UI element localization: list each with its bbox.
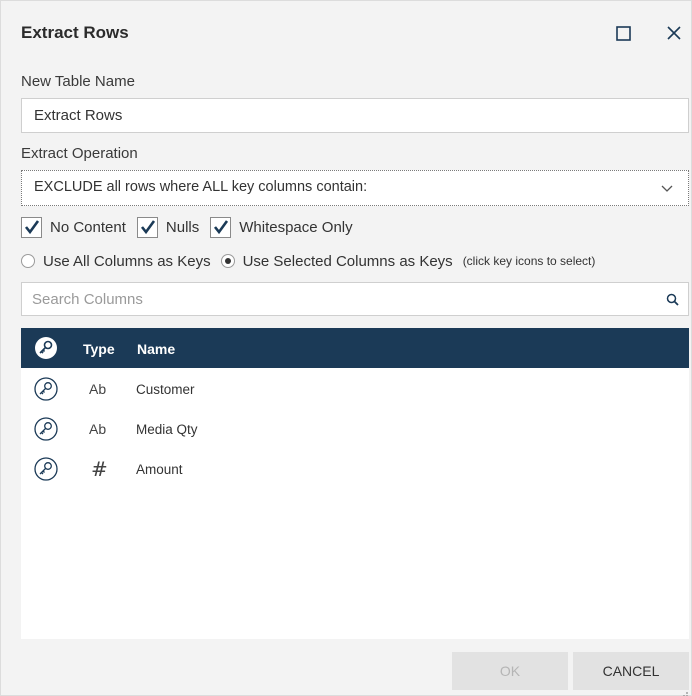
columns-table: Type Name Ab Customer Ab Media Qty # Amo…: [21, 328, 689, 639]
dialog-title: Extract Rows: [21, 23, 129, 42]
nulls-checkbox[interactable]: Nulls: [136, 216, 200, 238]
table-name-label: New Table Name: [21, 73, 135, 90]
key-icon[interactable]: [34, 417, 58, 446]
search-columns-input[interactable]: Search Columns: [21, 282, 689, 316]
checkmark-icon: [24, 219, 40, 234]
title-bar[interactable]: Extract Rows: [1, 1, 691, 65]
number-type-icon: #: [91, 457, 108, 481]
key-icon[interactable]: [34, 377, 58, 406]
use-selected-columns-label: Use Selected Columns as Keys: [242, 252, 453, 270]
key-select-hint: (click key icons to select): [462, 254, 596, 268]
checkbox-box[interactable]: [210, 216, 232, 238]
column-name: Amount: [136, 462, 183, 477]
extract-rows-dialog: Extract Rows New Table Name Extract Rows…: [0, 0, 692, 696]
column-name: Media Qty: [136, 422, 198, 437]
search-icon[interactable]: [666, 293, 679, 310]
use-all-columns-label: Use All Columns as Keys: [43, 252, 211, 270]
use-all-columns-radio[interactable]: Use All Columns as Keys: [21, 253, 211, 270]
close-icon[interactable]: [664, 23, 684, 43]
use-selected-columns-radio[interactable]: Use Selected Columns as Keys: [220, 252, 453, 270]
whitespace-only-checkbox[interactable]: Whitespace Only: [210, 216, 353, 238]
content-checkboxes: No Content Nulls Whitespace Only: [21, 216, 365, 238]
type-column-header[interactable]: Type: [83, 341, 115, 357]
chevron-down-icon: [660, 181, 674, 195]
extract-operation-label: Extract Operation: [21, 145, 138, 162]
checkmark-icon: [140, 219, 155, 234]
whitespace-only-label: Whitespace Only: [239, 218, 353, 236]
nulls-label: Nulls: [165, 218, 200, 236]
table-row[interactable]: # Amount: [21, 449, 689, 489]
checkbox-box[interactable]: [136, 216, 158, 238]
extract-operation-select[interactable]: EXCLUDE all rows where ALL key columns c…: [21, 170, 689, 206]
text-type-icon: Ab: [89, 381, 107, 397]
search-placeholder: Search Columns: [32, 291, 143, 308]
resize-grip-icon[interactable]: [681, 685, 689, 696]
no-content-checkbox[interactable]: No Content: [21, 216, 126, 238]
radio-dot[interactable]: [21, 254, 35, 268]
extract-operation-value: EXCLUDE all rows where ALL key columns c…: [34, 179, 368, 195]
table-row[interactable]: Ab Customer: [21, 369, 689, 409]
table-row[interactable]: Ab Media Qty: [21, 409, 689, 449]
no-content-label: No Content: [50, 218, 126, 236]
key-header-icon[interactable]: [34, 336, 58, 365]
key-mode-radios: Use All Columns as Keys Use Selected Col…: [21, 251, 595, 271]
cancel-button[interactable]: CANCEL: [573, 652, 689, 690]
key-icon[interactable]: [34, 457, 58, 486]
name-column-header[interactable]: Name: [137, 341, 175, 357]
text-type-icon: Ab: [89, 421, 107, 437]
table-header: Type Name: [21, 328, 689, 368]
maximize-icon[interactable]: [614, 23, 634, 43]
table-name-input[interactable]: Extract Rows: [21, 98, 689, 133]
checkbox-box[interactable]: [21, 216, 42, 238]
column-name: Customer: [136, 382, 195, 397]
ok-button[interactable]: OK: [452, 652, 568, 690]
radio-dot-selected[interactable]: [220, 254, 235, 268]
checkmark-icon: [214, 219, 229, 234]
